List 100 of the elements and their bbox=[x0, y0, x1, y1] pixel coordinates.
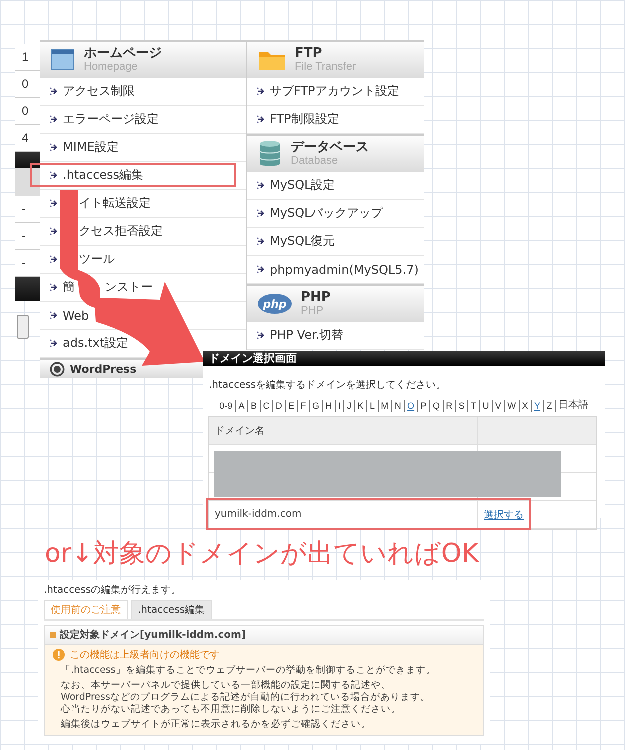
arrow-bullet-icon bbox=[50, 339, 59, 348]
side-dash: - bbox=[15, 223, 40, 250]
box-title: 設定対象ドメイン[yumilk-iddm.com] bbox=[60, 628, 246, 642]
side-number: 0 bbox=[15, 71, 40, 98]
menu-item[interactable]: PHP Ver.切替 bbox=[270, 327, 344, 344]
arrow-bullet-icon bbox=[50, 115, 59, 124]
arrow-bullet-icon bbox=[50, 283, 59, 292]
menu-item[interactable]: 簡 bbox=[63, 279, 75, 296]
section-subtitle: Homepage bbox=[84, 61, 139, 74]
index-link[interactable]: P bbox=[417, 400, 430, 412]
window-icon bbox=[50, 47, 76, 73]
arrow-bullet-icon bbox=[50, 255, 59, 264]
menu-item[interactable]: ンストー bbox=[105, 279, 153, 296]
tab[interactable]: .htaccess編集 bbox=[131, 600, 212, 619]
side-number: 4 bbox=[15, 125, 40, 152]
index-link[interactable]: J bbox=[343, 400, 354, 412]
column-header: ドメイン名 bbox=[209, 417, 478, 445]
index-link[interactable]: U bbox=[479, 400, 492, 412]
instruction-text: .htaccessを編集するドメインを選択してください。 bbox=[209, 379, 448, 392]
notice-line: 編集後はウェブサイトが正常に表示されるかを必ずご確認ください。 bbox=[61, 719, 372, 731]
menu-item[interactable]: エラーページ設定 bbox=[63, 111, 159, 128]
menu-item[interactable]: phpmyadmin(MySQL5.7) bbox=[270, 262, 419, 276]
database-icon bbox=[257, 139, 283, 169]
section-subtitle: File Transfer bbox=[295, 61, 356, 74]
index-link[interactable]: B bbox=[247, 400, 260, 412]
select-link[interactable]: 選択する bbox=[484, 508, 524, 522]
arrow-bullet-icon bbox=[50, 171, 59, 180]
arrow-bullet-icon bbox=[257, 265, 266, 274]
index-link[interactable]: E bbox=[284, 400, 298, 412]
index-link[interactable]: M bbox=[378, 400, 392, 412]
arrow-bullet-icon bbox=[50, 199, 59, 208]
index-link[interactable]: R bbox=[442, 400, 456, 412]
side-dash: - bbox=[15, 250, 40, 277]
side-number: 1 bbox=[15, 44, 40, 71]
arrow-bullet-icon bbox=[50, 227, 59, 236]
index-link[interactable]: N bbox=[391, 400, 404, 412]
arrow-bullet-icon bbox=[50, 87, 59, 96]
section-title: データベース bbox=[291, 140, 369, 155]
header-bar bbox=[15, 152, 40, 168]
index-link[interactable]: A bbox=[235, 400, 248, 412]
arrow-bullet-icon bbox=[257, 87, 266, 96]
arrow-bullet-icon bbox=[257, 181, 266, 190]
menu-item[interactable]: FTP制限設定 bbox=[270, 111, 340, 128]
menu-item[interactable]: .htaccess編集 bbox=[63, 167, 144, 184]
notice-line: WordPressなどのプログラムによる記述が自動的に行われている場合があります。 bbox=[61, 692, 432, 704]
menu-item[interactable]: サブFTPアカウント設定 bbox=[270, 83, 400, 100]
index-link[interactable]: W bbox=[504, 400, 519, 412]
menu-item[interactable]: ツール bbox=[79, 251, 115, 268]
index-link[interactable]: D bbox=[272, 400, 285, 412]
arrow-bullet-icon bbox=[50, 143, 59, 152]
index-link[interactable]: O bbox=[404, 400, 418, 412]
section-title: ホームページ bbox=[84, 46, 162, 61]
index-link[interactable]: L bbox=[366, 400, 378, 412]
notice-line: 「.htaccess」を編集することでウェブサーバーの挙動を制御することができます。 bbox=[61, 665, 437, 677]
domain-name: yumilk-iddm.com bbox=[215, 509, 302, 520]
notice-line: 心当たりがない記述であっても不用意に削除しないようにご注意ください。 bbox=[61, 704, 402, 716]
menu-item[interactable]: クセス拒否設定 bbox=[79, 223, 163, 240]
index-link[interactable]: V bbox=[492, 400, 504, 412]
menu-item[interactable]: MySQL復元 bbox=[270, 233, 336, 250]
arrow-bullet-icon bbox=[257, 237, 266, 246]
arrow-bullet-icon bbox=[257, 331, 266, 340]
section-title: WordPress bbox=[70, 362, 137, 376]
index-link[interactable]: K bbox=[354, 400, 366, 412]
menu-item[interactable]: アクセス制限 bbox=[63, 83, 135, 100]
wordpress-icon bbox=[50, 362, 65, 376]
index-link[interactable]: H bbox=[322, 400, 335, 412]
side-button[interactable] bbox=[17, 315, 29, 339]
section-subtitle: PHP bbox=[301, 305, 325, 318]
section-title: PHP bbox=[301, 290, 331, 305]
index-link[interactable]: X bbox=[518, 400, 531, 412]
panel-title: ドメイン選択画面 bbox=[203, 351, 605, 366]
section-title: FTP bbox=[295, 46, 324, 61]
arrow-bullet-icon bbox=[257, 209, 266, 218]
index-link[interactable]: Y bbox=[530, 400, 544, 412]
notice-line: なお、本サーバーパネルで提供している一部機能の設定に関する記述や、 bbox=[61, 680, 392, 692]
square-bullet-icon bbox=[50, 632, 56, 638]
index-link[interactable]: I bbox=[334, 400, 344, 412]
menu-item[interactable]: Web bbox=[63, 308, 90, 322]
menu-item[interactable]: MIME設定 bbox=[63, 139, 119, 156]
index-link[interactable]: 0-9 bbox=[217, 400, 236, 412]
index-link[interactable]: Z bbox=[543, 400, 555, 412]
index-link[interactable]: Q bbox=[429, 400, 443, 412]
arrow-bullet-icon bbox=[257, 115, 266, 124]
index-link[interactable]: F bbox=[297, 400, 309, 412]
menu-item[interactable]: ads.txt設定 bbox=[63, 335, 129, 352]
headline: or↓対象のドメインが出ていればOK bbox=[45, 538, 479, 571]
side-number: 0 bbox=[15, 98, 40, 125]
intro-text: .htaccessの編集が行えます。 bbox=[44, 584, 182, 597]
header-bar bbox=[15, 277, 40, 301]
index-link[interactable]: G bbox=[308, 400, 322, 412]
index-link[interactable]: C bbox=[260, 400, 272, 412]
section-subtitle: Database bbox=[291, 155, 340, 168]
index-link[interactable]: S bbox=[455, 400, 468, 412]
menu-item[interactable]: MySQL設定 bbox=[270, 177, 336, 194]
index-link[interactable]: T bbox=[467, 400, 480, 412]
arrow-bullet-icon bbox=[50, 311, 59, 320]
warning-icon bbox=[53, 649, 65, 661]
index-link[interactable]: 日本語 bbox=[554, 400, 591, 412]
menu-item[interactable]: イト転送設定 bbox=[79, 195, 151, 212]
menu-item[interactable]: MySQLバックアップ bbox=[270, 205, 384, 222]
